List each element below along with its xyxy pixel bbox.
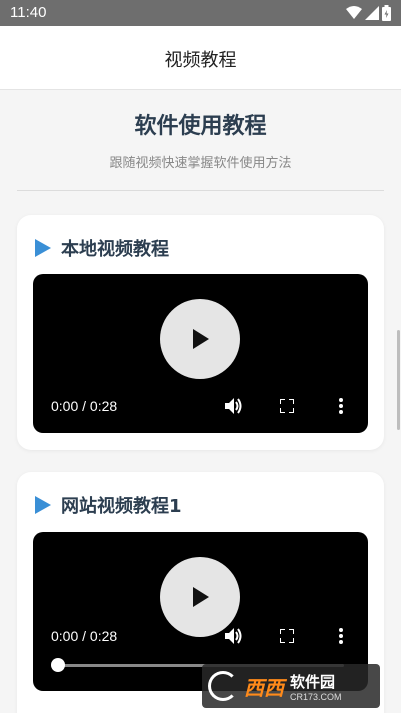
page-subtitle: 跟随视频快速掌握软件使用方法 (109, 156, 292, 171)
video-card: 本地视频教程 0:00 / 0:28 (17, 215, 384, 450)
scrollbar[interactable] (397, 330, 400, 430)
status-icons (346, 5, 391, 21)
wifi-icon (346, 6, 362, 19)
more-options-button[interactable] (331, 626, 351, 646)
content[interactable]: 软件使用教程 跟随视频快速掌握软件使用方法 本地视频教程 0:00 / 0:28 (0, 90, 401, 713)
more-vert-icon (339, 398, 343, 414)
video-player[interactable]: 0:00 / 0:28 (33, 274, 368, 433)
play-button[interactable] (160, 557, 240, 637)
more-options-button[interactable] (331, 396, 351, 416)
card-title: 本地视频教程 (61, 239, 169, 260)
play-icon (193, 329, 209, 349)
volume-button[interactable] (223, 626, 243, 646)
video-time: 0:00 / 0:28 (51, 398, 118, 414)
fullscreen-icon (280, 399, 294, 413)
triangle-bullet-icon (35, 496, 51, 514)
watermark-text: 软件园 CR173.COM (290, 671, 342, 702)
progress-thumb[interactable] (51, 658, 65, 672)
signal-icon (365, 6, 379, 20)
volume-icon (225, 398, 242, 414)
video-time: 0:00 / 0:28 (51, 628, 118, 644)
watermark-domain: CR173.COM (290, 691, 342, 702)
fullscreen-button[interactable] (277, 396, 297, 416)
play-icon (193, 587, 209, 607)
more-vert-icon (339, 628, 343, 644)
fullscreen-icon (280, 629, 294, 643)
watermark-brand: 软件园 (290, 672, 336, 691)
page-heading: 软件使用教程 (134, 114, 267, 139)
triangle-bullet-icon (35, 239, 51, 257)
card-title-row: 网站视频教程1 (35, 492, 182, 518)
fullscreen-button[interactable] (277, 626, 297, 646)
app-bar: 视频教程 (0, 26, 401, 90)
volume-button[interactable] (223, 396, 243, 416)
card-title-row: 本地视频教程 (35, 235, 169, 261)
volume-icon (225, 628, 242, 644)
watermark-name: 西西 (244, 675, 284, 700)
divider (17, 190, 384, 191)
status-time: 11:40 (10, 4, 47, 21)
watermark-logo: 西西 软件园 CR173.COM (202, 664, 380, 708)
card-title: 网站视频教程1 (61, 496, 182, 517)
app-bar-title: 视频教程 (164, 50, 237, 71)
battery-icon (382, 5, 391, 21)
status-bar: 11:40 (0, 0, 401, 26)
play-button[interactable] (160, 299, 240, 379)
watermark-c-icon (208, 671, 238, 701)
